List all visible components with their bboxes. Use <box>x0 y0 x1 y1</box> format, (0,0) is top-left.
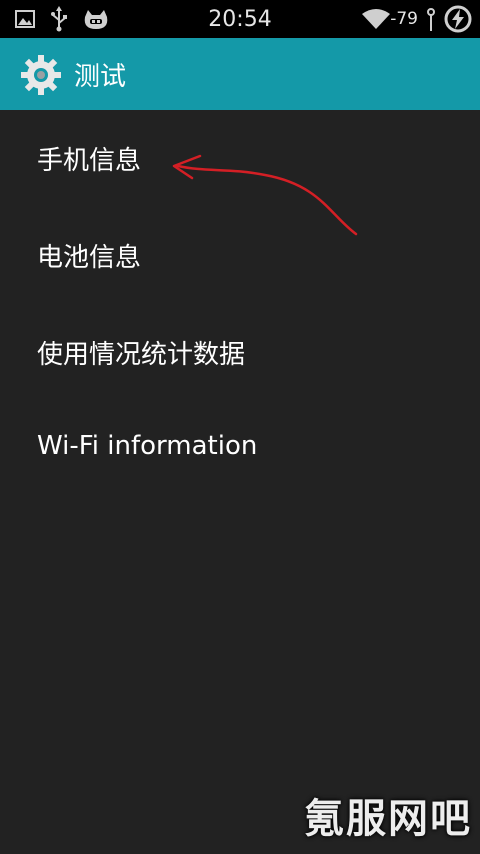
list-item-battery-info[interactable]: 电池信息 <box>0 207 480 304</box>
system-icons: -79 <box>362 5 472 33</box>
battery-charging-icon <box>444 5 472 33</box>
wifi-icon <box>362 9 391 29</box>
settings-list: 手机信息 电池信息 使用情况统计数据 Wi-Fi information <box>0 110 480 498</box>
gear-icon[interactable] <box>20 54 62 96</box>
antenna-icon <box>427 8 435 31</box>
list-item-label: 电池信息 <box>37 243 142 273</box>
status-bar: 20:54 -79 <box>0 0 480 38</box>
list-item-label: Wi-Fi information <box>37 431 258 461</box>
page-title: 测试 <box>74 62 127 92</box>
list-item-phone-info[interactable]: 手机信息 <box>0 110 480 207</box>
list-item-wifi-info[interactable]: Wi-Fi information <box>0 401 480 498</box>
list-item-usage-stats[interactable]: 使用情况统计数据 <box>0 304 480 401</box>
list-item-label: 手机信息 <box>37 146 142 176</box>
watermark: 氪服网吧 <box>304 796 472 842</box>
signal-strength-text: -79 <box>390 9 418 29</box>
list-item-label: 使用情况统计数据 <box>37 340 246 370</box>
action-bar: 测试 <box>0 38 480 110</box>
